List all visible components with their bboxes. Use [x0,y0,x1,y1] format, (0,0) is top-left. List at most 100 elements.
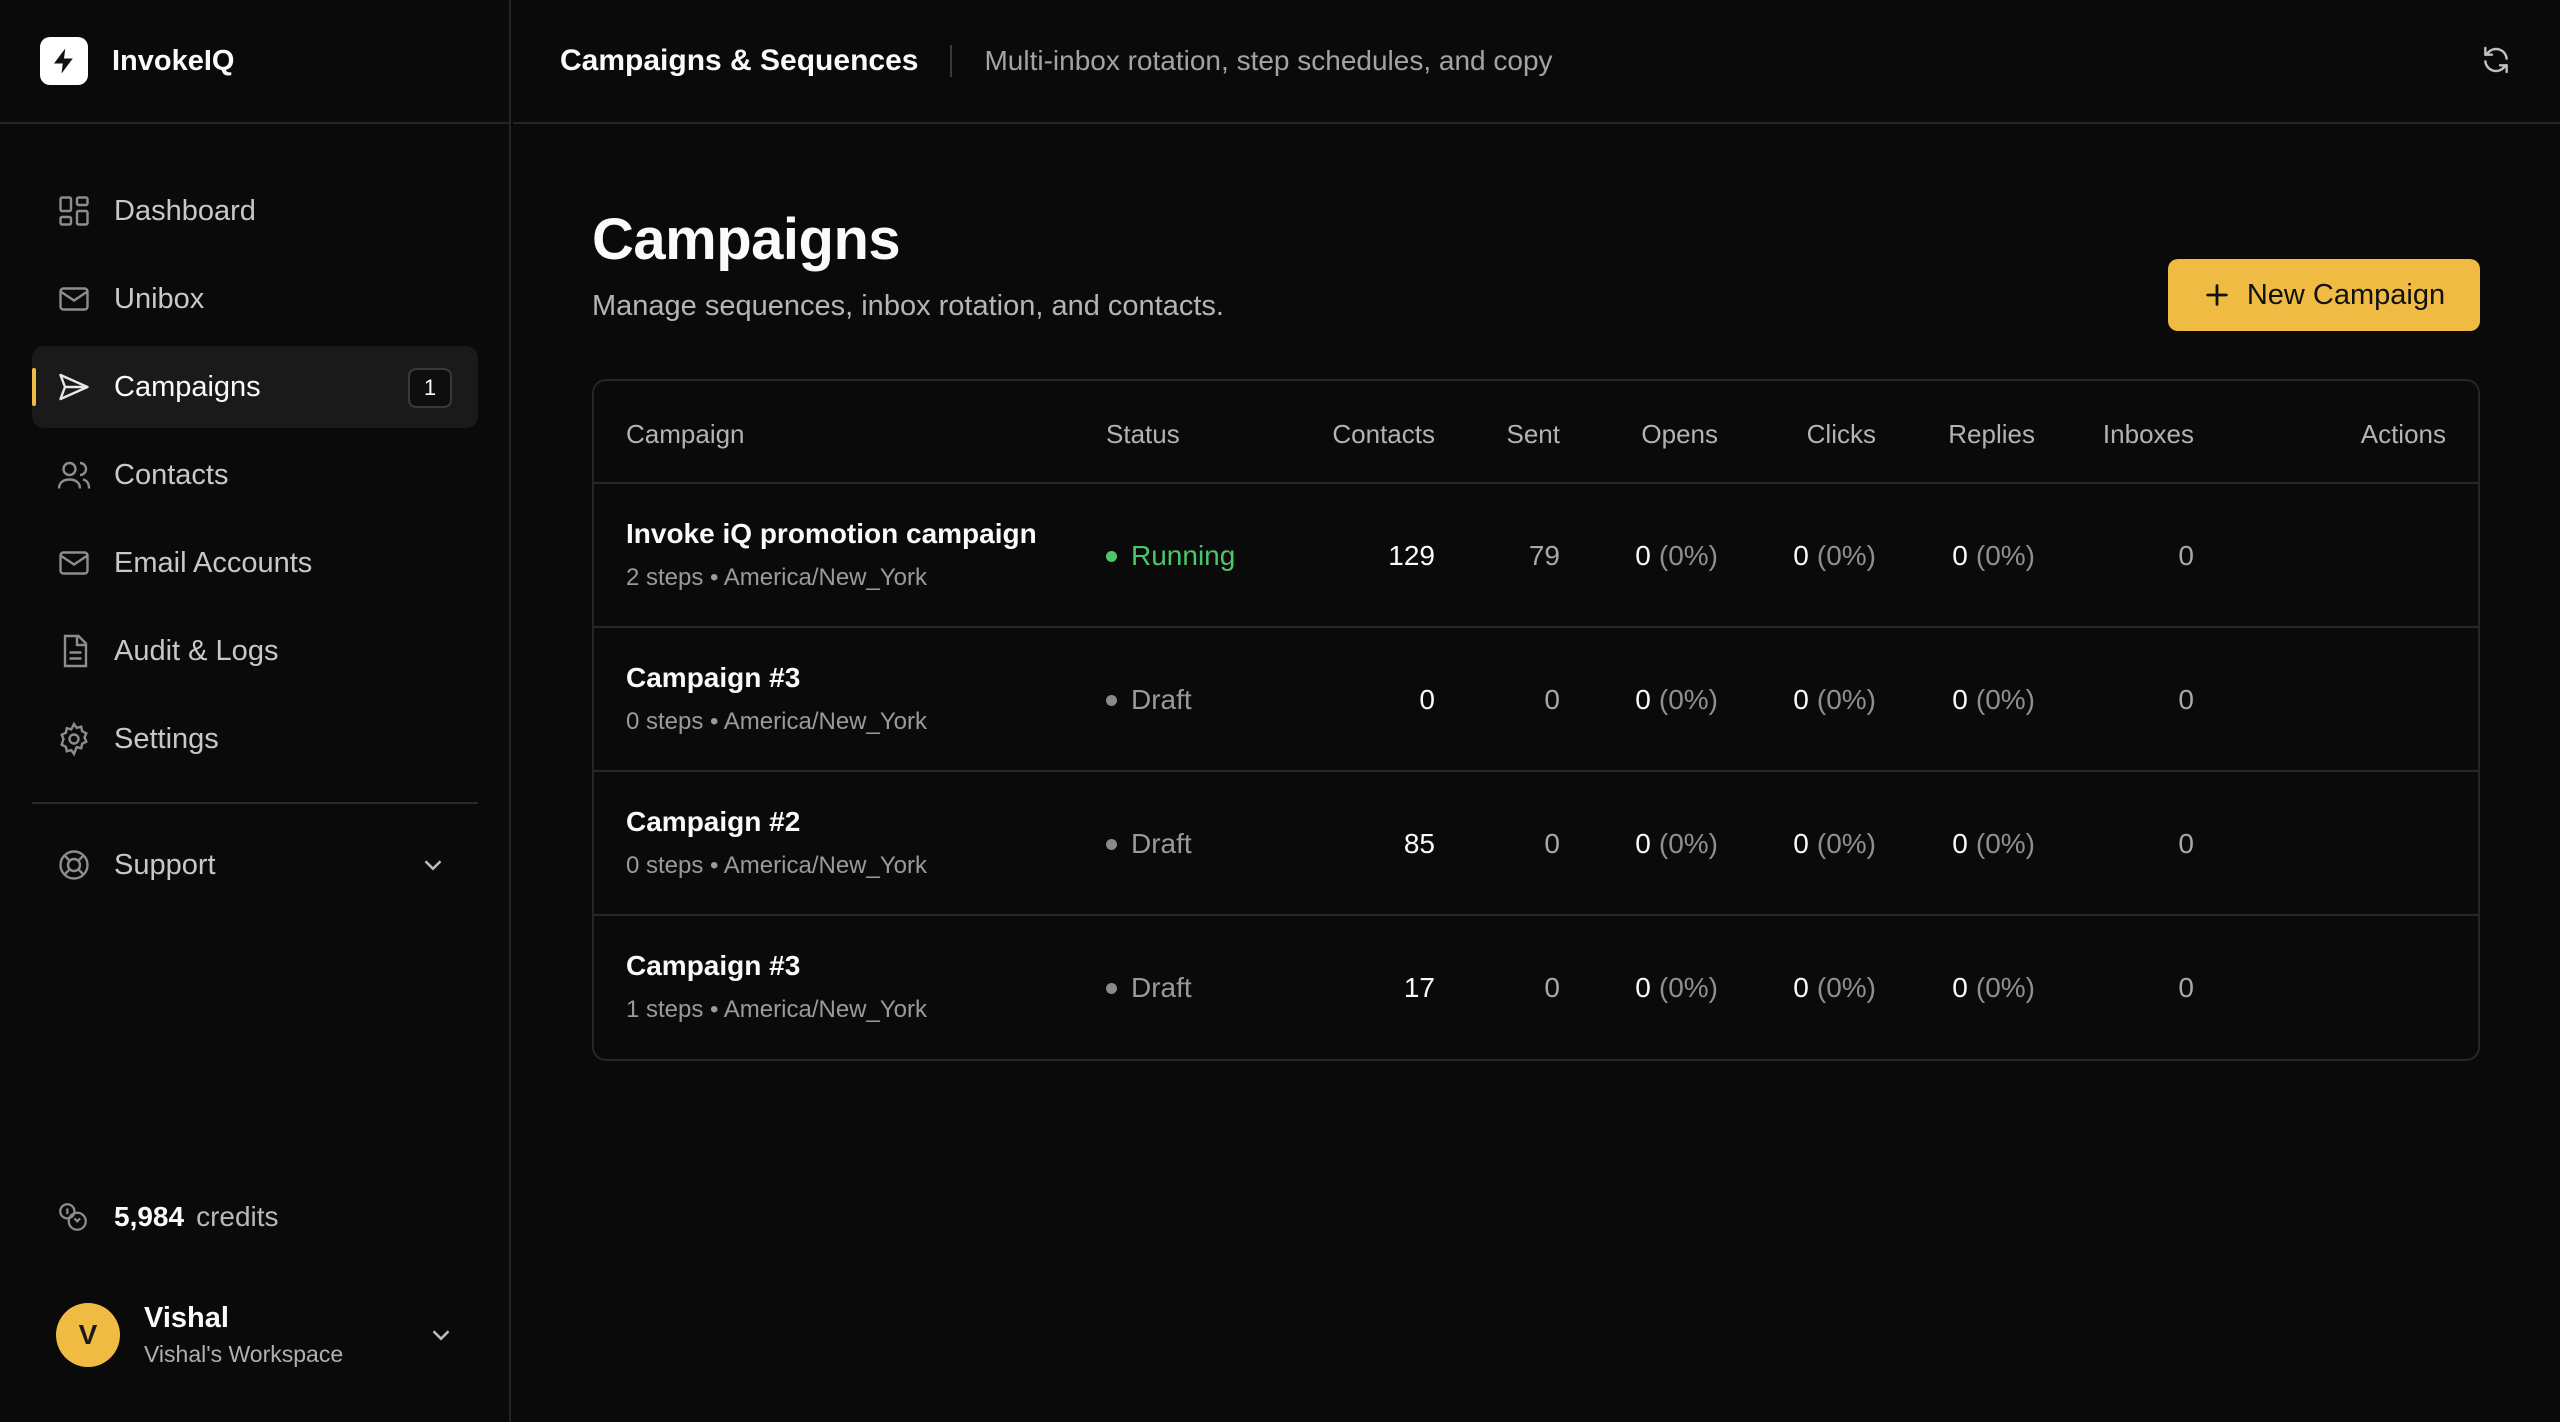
status-label: Running [1131,540,1236,571]
chevron-down-icon[interactable] [418,850,448,880]
sent-count: 0 [1544,972,1560,1003]
clicks-value: 0 [1793,828,1809,859]
brand[interactable]: InvokeIQ [0,0,509,124]
column-header-actions: Actions [2360,419,2446,449]
table-row[interactable]: Campaign #2 0 steps • America/New_York D… [594,772,2478,916]
workspace-name: Vishal's Workspace [144,1341,344,1367]
clicks-value: 0 [1793,540,1809,571]
campaign-meta: 0 steps • America/New_York [626,708,927,735]
lifebuoy-icon [56,847,92,883]
sidebar-item-audit-logs[interactable]: Audit & Logs [32,610,478,692]
table-row[interactable]: Invoke iQ promotion campaign 2 steps • A… [594,484,2478,628]
sent-count: 79 [1528,540,1560,571]
campaign-meta: 0 steps • America/New_York [626,852,927,879]
status-badge: Draft [1106,972,1192,1004]
status-label: Draft [1131,972,1192,1003]
page-subtitle: Manage sequences, inbox rotation, and co… [592,290,1224,322]
mail-icon [56,281,92,317]
divider [32,802,478,804]
clicks-percent: (0%) [1816,828,1876,859]
status-badge: Draft [1106,828,1192,860]
clicks-count: 0 (0%) [1793,828,1876,860]
sidebar-item-settings[interactable]: Settings [32,698,478,780]
refresh-icon[interactable] [2480,44,2512,76]
clicks-value: 0 [1793,972,1809,1003]
campaign-name[interactable]: Invoke iQ promotion campaign [626,518,1037,550]
replies-percent: (0%) [1975,540,2035,571]
clicks-count: 0 (0%) [1793,972,1876,1004]
opens-percent: (0%) [1658,684,1718,715]
header-title: Campaigns & Sequences [560,44,919,77]
replies-percent: (0%) [1975,684,2035,715]
replies-count: 0 (0%) [1952,540,2035,572]
sidebar-item-email-accounts[interactable]: Email Accounts [32,522,478,604]
table-row[interactable]: Campaign #3 1 steps • America/New_York D… [594,916,2478,1059]
campaign-name[interactable]: Campaign #3 [626,950,800,982]
inboxes-count: 0 [2178,684,2194,715]
opens-count: 0 (0%) [1635,828,1718,860]
campaigns-count-badge: 1 [408,368,452,408]
new-campaign-button[interactable]: New Campaign [2168,259,2480,331]
opens-value: 0 [1635,684,1651,715]
inboxes-count: 0 [2178,540,2194,571]
sidebar-item-contacts[interactable]: Contacts [32,434,478,516]
mail-icon [56,545,92,581]
column-header-opens[interactable]: Opens [1641,419,1718,450]
replies-value: 0 [1952,540,1968,571]
opens-percent: (0%) [1658,540,1718,571]
coins-icon [56,1200,90,1234]
sidebar-item-label: Campaigns [114,370,261,403]
column-header-campaign[interactable]: Campaign [626,419,745,450]
table-header: Campaign Status Contacts Sent Opens Clic… [594,381,2478,484]
sidebar-item-label: Support [114,848,216,881]
column-header-sent[interactable]: Sent [1507,419,1561,450]
clicks-percent: (0%) [1816,540,1876,571]
opens-count: 0 (0%) [1635,684,1718,716]
sidebar-nav: Dashboard Unibox Campaigns 1 Contacts Em… [32,170,478,912]
status-dot [1106,838,1117,850]
brand-name: InvokeIQ [112,44,235,77]
credits-balance: 5,984 credits [56,1200,279,1234]
sidebar-item-label: Email Accounts [114,546,313,579]
sent-count: 0 [1544,828,1560,859]
sidebar-item-dashboard[interactable]: Dashboard [32,170,478,252]
replies-count: 0 (0%) [1952,972,2035,1004]
opens-value: 0 [1635,972,1651,1003]
gear-icon [56,721,92,757]
sidebar-item-support[interactable]: Support [32,824,478,906]
send-icon [56,369,92,405]
sidebar-item-label: Audit & Logs [114,634,279,667]
column-header-contacts[interactable]: Contacts [1332,419,1435,450]
status-dot [1106,550,1117,562]
credits-value: 5,984 [114,1201,185,1232]
status-dot [1106,694,1117,706]
contacts-count: 17 [1403,972,1435,1003]
clicks-count: 0 (0%) [1793,540,1876,572]
campaign-name[interactable]: Campaign #2 [626,806,800,838]
document-icon [56,633,92,669]
opens-percent: (0%) [1658,828,1718,859]
sidebar-item-label: Dashboard [114,194,256,227]
column-header-replies[interactable]: Replies [1948,419,2035,450]
sidebar-item-unibox[interactable]: Unibox [32,258,478,340]
header-divider [950,45,953,77]
campaign-meta: 2 steps • America/New_York [626,564,927,591]
sidebar-item-campaigns[interactable]: Campaigns 1 [32,346,478,428]
opens-value: 0 [1635,540,1651,571]
replies-value: 0 [1952,828,1968,859]
replies-count: 0 (0%) [1952,828,2035,860]
column-header-clicks[interactable]: Clicks [1807,419,1876,450]
replies-percent: (0%) [1975,828,2035,859]
replies-value: 0 [1952,684,1968,715]
column-header-status[interactable]: Status [1106,419,1180,450]
sidebar-item-label: Contacts [114,458,229,491]
opens-count: 0 (0%) [1635,972,1718,1004]
opens-percent: (0%) [1658,972,1718,1003]
column-header-inboxes[interactable]: Inboxes [2103,419,2194,450]
inboxes-count: 0 [2178,972,2194,1003]
user-menu[interactable]: V Vishal Vishal's Workspace [56,1300,456,1370]
campaign-name[interactable]: Campaign #3 [626,662,800,694]
table-row[interactable]: Campaign #3 0 steps • America/New_York D… [594,628,2478,772]
avatar: V [56,1303,120,1367]
chevron-down-icon[interactable] [426,1320,456,1350]
